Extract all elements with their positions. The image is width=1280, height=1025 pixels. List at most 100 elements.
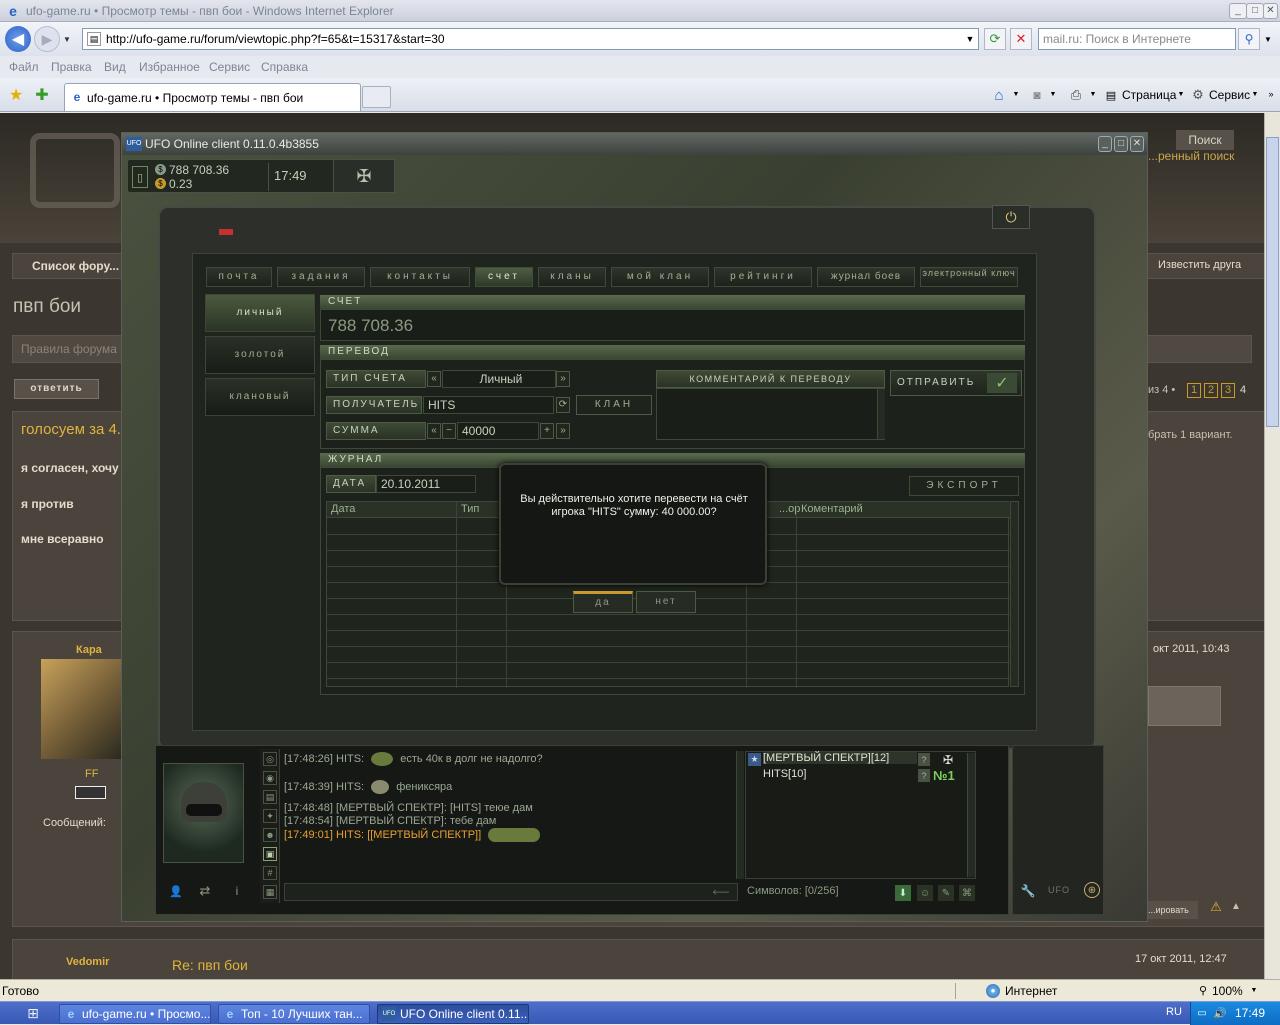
channel-icon-2[interactable]: ◉ bbox=[263, 771, 277, 785]
tab-account[interactable]: счет bbox=[475, 267, 533, 287]
clan-emblem-icon[interactable]: ✠ bbox=[333, 159, 395, 193]
chat-author[interactable]: HITS: bbox=[336, 829, 364, 841]
tab-electronic-key[interactable]: электронный ключ bbox=[920, 267, 1018, 287]
client-close-button[interactable]: ✕ bbox=[1130, 136, 1144, 152]
forum-search-button[interactable]: Поиск bbox=[1176, 130, 1234, 150]
home-dropdown-icon[interactable]: ▼ bbox=[1012, 90, 1020, 98]
user-item-1[interactable]: [МЕРТВЫЙ СПЕКТР][12] bbox=[763, 752, 917, 764]
breadcrumb[interactable]: Список фору... bbox=[32, 259, 119, 273]
poll-option-1[interactable]: я согласен, хочу bbox=[21, 461, 119, 475]
globe-icon[interactable]: ⊕ bbox=[1084, 882, 1100, 898]
volume-tray-icon[interactable]: 🔊 bbox=[1213, 1006, 1227, 1020]
zoom-dropdown-icon[interactable]: ▼ bbox=[1250, 987, 1258, 995]
signal-icon[interactable]: ⌘ bbox=[959, 885, 975, 901]
history-dropdown-icon[interactable]: ▼ bbox=[62, 34, 72, 44]
type-next-icon[interactable]: » bbox=[556, 371, 570, 387]
new-tab-button[interactable] bbox=[362, 86, 391, 108]
stop-icon[interactable]: ✕ bbox=[1010, 28, 1032, 50]
network-tray-icon[interactable]: ▭ bbox=[1195, 1006, 1209, 1020]
channel-icon-8[interactable]: ▦ bbox=[263, 885, 277, 899]
tools-menu-label[interactable]: Сервис bbox=[1209, 88, 1250, 102]
post-2-title[interactable]: Re: пвп бои bbox=[172, 957, 248, 973]
warning-icon[interactable]: ⚠ bbox=[1208, 899, 1224, 915]
user-help-icon-2[interactable]: ? bbox=[918, 769, 930, 782]
comment-input[interactable] bbox=[656, 388, 885, 440]
dialog-yes-button[interactable]: да bbox=[573, 591, 633, 613]
client-maximize-button[interactable]: □ bbox=[1114, 136, 1128, 152]
refresh-icon[interactable]: ⟳ bbox=[984, 28, 1006, 50]
swap-icon[interactable]: ⇄ bbox=[195, 883, 215, 899]
post-2-author[interactable]: Vedomir bbox=[66, 956, 109, 968]
sum-prev-icon[interactable]: « bbox=[427, 423, 441, 439]
search-options-icon[interactable]: ▼ bbox=[1262, 34, 1274, 44]
channel-icon-1[interactable]: ◎ bbox=[263, 752, 277, 766]
sum-plus-icon[interactable]: + bbox=[540, 423, 554, 439]
print-icon[interactable]: ⎙ bbox=[1066, 86, 1086, 104]
zoom-level[interactable]: 100% bbox=[1212, 980, 1243, 1002]
comment-scrollbar[interactable] bbox=[877, 389, 885, 439]
add-favorite-icon[interactable]: ✚ bbox=[33, 86, 51, 104]
side-tab-gold[interactable]: золотой bbox=[205, 336, 315, 374]
side-tab-personal[interactable]: личный bbox=[205, 294, 315, 332]
taskbar-item-ie[interactable]: e ufo-game.ru • Просмо... bbox=[59, 1004, 211, 1024]
tab-battle-log[interactable]: журнал боев bbox=[817, 267, 915, 287]
post-1-author[interactable]: Кара bbox=[76, 644, 102, 656]
forward-icon[interactable]: ▶ bbox=[34, 26, 60, 52]
rules-link[interactable]: Правила форума bbox=[21, 342, 117, 356]
send-button[interactable]: ОТПРАВИТЬ ✓ bbox=[890, 370, 1022, 396]
tab-ratings[interactable]: рейтинги bbox=[714, 267, 812, 287]
chat-author[interactable]: HITS: bbox=[336, 781, 364, 793]
chat-author[interactable]: [МЕРТВЫЙ СПЕКТР]: bbox=[336, 802, 447, 814]
address-dropdown-icon[interactable]: ▼ bbox=[963, 32, 977, 46]
search-input[interactable]: mail.ru: Поиск в Интернете bbox=[1038, 28, 1236, 50]
tab-mail[interactable]: почта bbox=[206, 267, 272, 287]
page-scrollbar[interactable] bbox=[1264, 113, 1280, 979]
alien-icon[interactable]: ☺ bbox=[917, 885, 933, 901]
menu-file[interactable]: Файл bbox=[9, 60, 39, 74]
dialog-no-button[interactable]: нет bbox=[636, 591, 696, 613]
minimize-button[interactable]: _ bbox=[1229, 3, 1247, 19]
menu-tools[interactable]: Сервис bbox=[209, 60, 250, 74]
menu-favorites[interactable]: Избранное bbox=[139, 60, 200, 74]
home-icon[interactable]: ⌂ bbox=[990, 86, 1008, 104]
download-icon[interactable]: ⬇ bbox=[895, 885, 911, 901]
page-menu-dropdown-icon[interactable]: ▼ bbox=[1177, 90, 1185, 98]
power-icon[interactable]: ⏻ bbox=[992, 205, 1030, 229]
address-field[interactable]: ▤ http://ufo-game.ru/forum/viewtopic.php… bbox=[82, 28, 979, 50]
channel-icon-4[interactable]: ✦ bbox=[263, 809, 277, 823]
page-menu-icon[interactable]: ▤ bbox=[1103, 87, 1119, 103]
channel-icon-5[interactable]: ☻ bbox=[263, 828, 277, 842]
browser-tab[interactable]: e ufo-game.ru • Просмотр темы - пвп бои bbox=[64, 83, 361, 111]
menu-toggle-icon[interactable]: ▯ bbox=[132, 166, 148, 188]
page-link-3[interactable]: 3 bbox=[1221, 383, 1235, 398]
notify-friend-link[interactable]: Известить друга bbox=[1158, 259, 1241, 271]
print-dropdown-icon[interactable]: ▼ bbox=[1089, 90, 1097, 98]
export-button[interactable]: ЭКСПОРТ bbox=[909, 476, 1019, 496]
recipient-input[interactable]: HITS bbox=[423, 396, 554, 414]
taskbar-item-ufo[interactable]: UFO UFO Online client 0.11... bbox=[377, 1004, 529, 1024]
tab-clans[interactable]: кланы bbox=[538, 267, 606, 287]
type-prev-icon[interactable]: « bbox=[427, 371, 441, 387]
poll-option-2[interactable]: я против bbox=[21, 497, 74, 511]
side-tab-clan[interactable]: клановый bbox=[205, 378, 315, 416]
sum-next-icon[interactable]: » bbox=[556, 423, 570, 439]
tab-tasks[interactable]: задания bbox=[277, 267, 365, 287]
rss-dropdown-icon[interactable]: ▼ bbox=[1049, 90, 1057, 98]
reply-button[interactable]: ответить bbox=[14, 379, 99, 399]
toolbar-chevron-icon[interactable]: » bbox=[1266, 88, 1276, 100]
info-icon[interactable]: i bbox=[230, 883, 244, 899]
channel-icon-6[interactable]: ▣ bbox=[263, 847, 277, 861]
menu-help[interactable]: Справка bbox=[261, 60, 308, 74]
user-list-scrollbar[interactable] bbox=[967, 753, 975, 877]
taskbar-item-ie-2[interactable]: e Топ - 10 Лучших тан... bbox=[218, 1004, 370, 1024]
page-menu-label[interactable]: Страница bbox=[1122, 88, 1176, 102]
sum-minus-icon[interactable]: − bbox=[442, 423, 456, 439]
advanced-search-link[interactable]: ...ренный поиск bbox=[1148, 149, 1234, 163]
wrench-small-icon[interactable]: ✎ bbox=[938, 885, 954, 901]
zoom-icon[interactable]: ⚲ bbox=[1196, 984, 1210, 998]
start-button-icon[interactable]: ⊞ bbox=[20, 1004, 46, 1023]
tools-gear-icon[interactable]: ⚙ bbox=[1190, 87, 1206, 103]
menu-view[interactable]: Вид bbox=[104, 60, 126, 74]
menu-edit[interactable]: Правка bbox=[51, 60, 92, 74]
restore-button[interactable]: □ bbox=[1246, 3, 1264, 19]
